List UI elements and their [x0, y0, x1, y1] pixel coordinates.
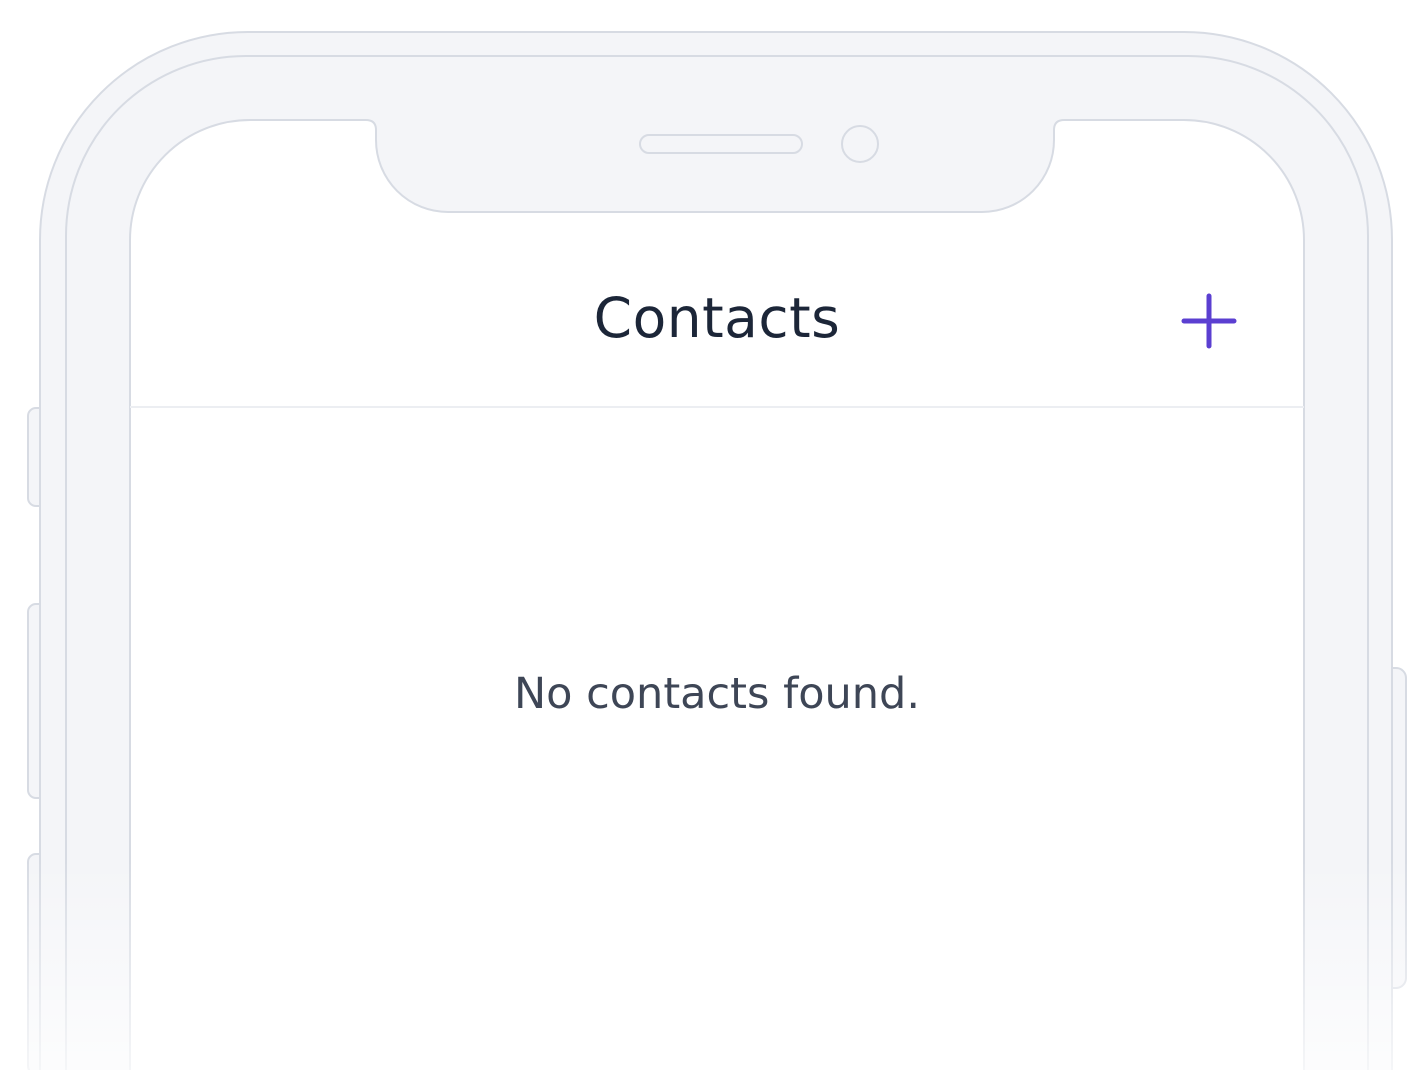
header-divider	[130, 406, 1304, 408]
speaker-grille	[639, 134, 803, 154]
add-contact-button[interactable]	[1176, 290, 1242, 352]
phone-screen	[129, 119, 1305, 1070]
app-stage: Contacts No contacts found.	[0, 0, 1418, 1070]
front-camera	[841, 125, 879, 163]
empty-state-message: No contacts found.	[513, 669, 921, 719]
page-title: Contacts	[593, 286, 841, 350]
plus-icon	[1181, 293, 1237, 349]
phone-frame	[27, 31, 1407, 1070]
